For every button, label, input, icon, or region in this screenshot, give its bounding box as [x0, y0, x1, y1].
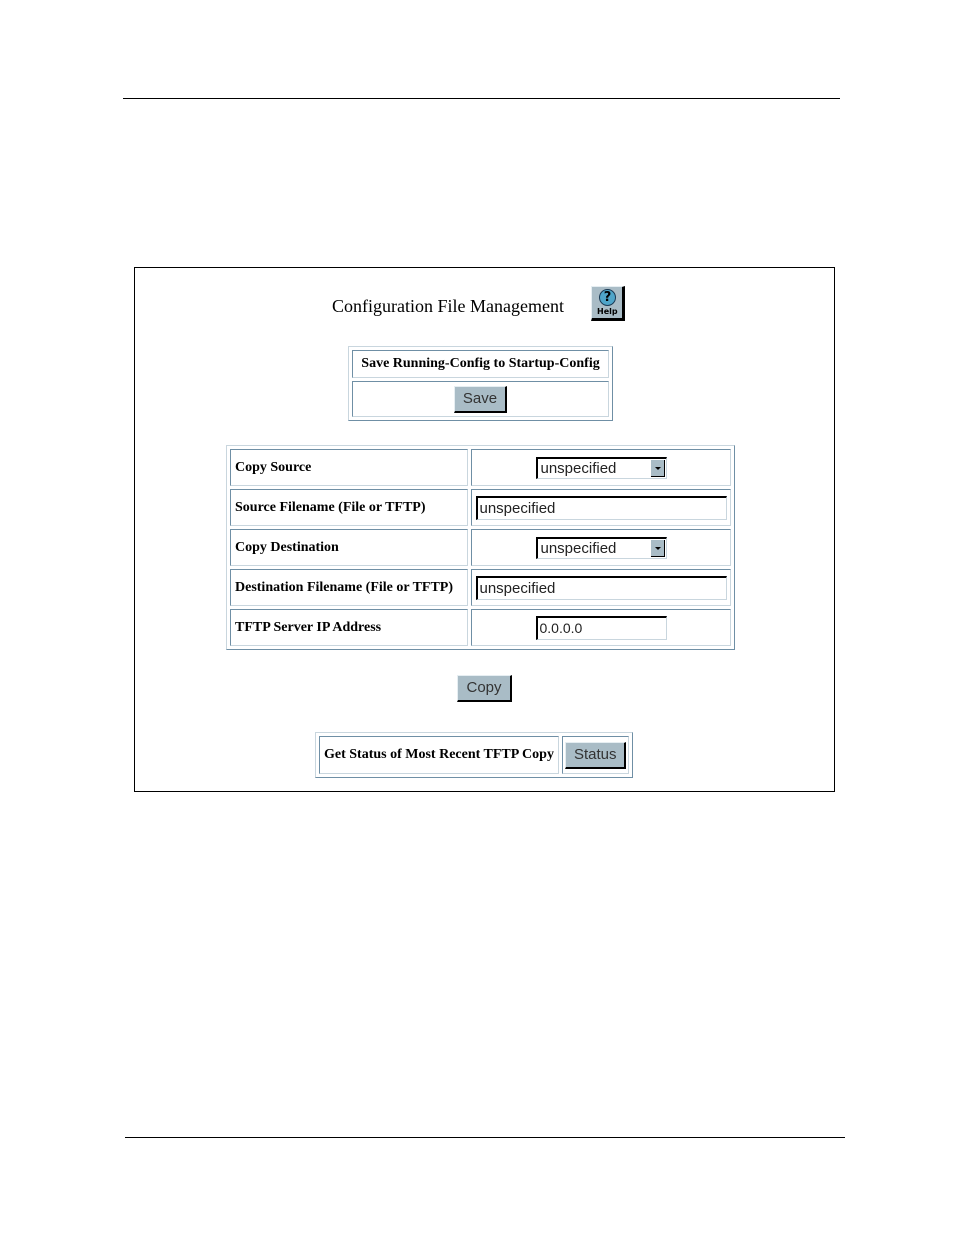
- help-label: Help: [597, 307, 618, 316]
- help-question-icon: ?: [599, 289, 616, 306]
- save-button-cell: Save: [352, 381, 609, 417]
- destination-filename-label: Destination Filename (File or TFTP): [230, 569, 468, 606]
- help-button[interactable]: ? Help: [591, 286, 625, 321]
- top-rule: [123, 98, 840, 99]
- table-row: Copy Destination unspecified: [230, 529, 731, 566]
- table-row: Destination Filename (File or TFTP) unsp…: [230, 569, 731, 606]
- status-button-cell: Status: [561, 736, 630, 774]
- copy-source-label: Copy Source: [230, 449, 468, 486]
- table-row: TFTP Server IP Address 0.0.0.0: [230, 609, 731, 646]
- chevron-down-icon[interactable]: [650, 459, 665, 477]
- source-filename-input[interactable]: unspecified: [475, 495, 727, 520]
- copy-button[interactable]: Copy: [457, 675, 512, 702]
- copy-button-row: Copy: [135, 675, 834, 702]
- save-button[interactable]: Save: [453, 385, 508, 413]
- save-config-table: Save Running-Config to Startup-Config Sa…: [348, 346, 613, 421]
- chevron-down-icon[interactable]: [650, 539, 665, 557]
- copy-source-select[interactable]: unspecified: [535, 456, 667, 479]
- bottom-rule: [125, 1137, 845, 1138]
- tftp-server-ip-input[interactable]: 0.0.0.0: [535, 615, 667, 640]
- copy-config-table: Copy Source unspecified Source Filename …: [226, 445, 735, 650]
- copy-destination-value: unspecified: [540, 539, 617, 557]
- status-table: Get Status of Most Recent TFTP Copy Stat…: [315, 732, 634, 778]
- copy-destination-select[interactable]: unspecified: [535, 536, 667, 559]
- table-row: Source Filename (File or TFTP) unspecifi…: [230, 489, 731, 526]
- tftp-server-ip-label: TFTP Server IP Address: [230, 609, 468, 646]
- save-config-header: Save Running-Config to Startup-Config: [352, 350, 609, 378]
- status-button[interactable]: Status: [564, 741, 627, 769]
- title-row: Configuration File Management ? Help: [135, 286, 834, 326]
- copy-source-value: unspecified: [540, 459, 617, 477]
- destination-filename-input[interactable]: unspecified: [475, 575, 727, 600]
- table-row: Copy Source unspecified: [230, 449, 731, 486]
- source-filename-label: Source Filename (File or TFTP): [230, 489, 468, 526]
- page-title: Configuration File Management: [332, 296, 564, 316]
- status-label: Get Status of Most Recent TFTP Copy: [319, 736, 559, 774]
- copy-destination-label: Copy Destination: [230, 529, 468, 566]
- config-file-management-panel: Configuration File Management ? Help Sav…: [134, 267, 835, 792]
